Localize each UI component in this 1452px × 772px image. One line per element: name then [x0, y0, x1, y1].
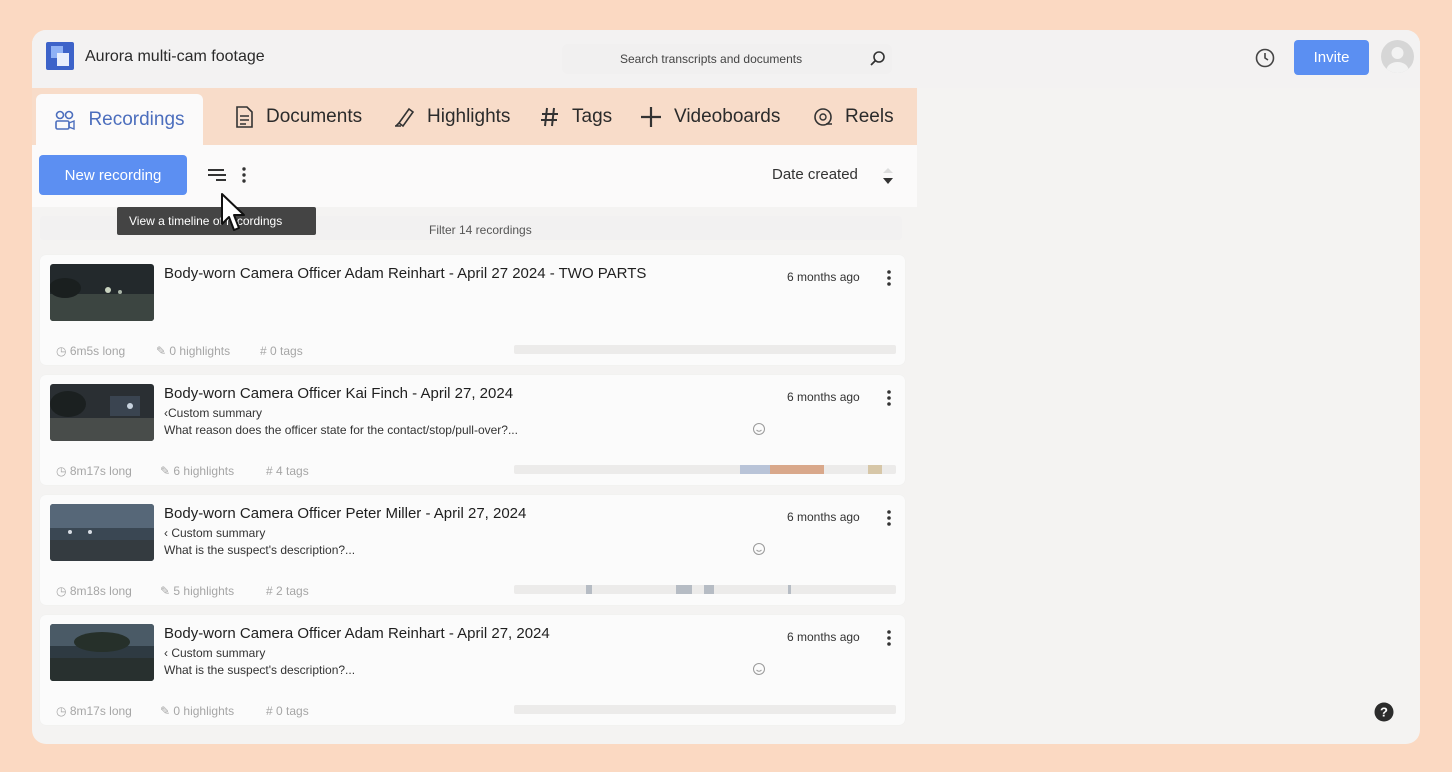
tag-count: # 0 tags [260, 344, 303, 358]
video-thumbnail[interactable] [50, 624, 154, 681]
tab-label: Documents [266, 105, 363, 127]
more-options-icon[interactable] [884, 628, 894, 648]
tab-bar: Recordings Documents Highlights Tags Vid… [32, 88, 917, 145]
highlight-segment[interactable] [740, 465, 770, 474]
recording-card[interactable]: Body-worn Camera Officer Kai Finch - Apr… [40, 375, 905, 485]
recording-title[interactable]: Body-worn Camera Officer Adam Reinhart -… [164, 625, 550, 642]
tooltip: View a timeline of recordings [117, 207, 316, 235]
clock-icon[interactable] [1254, 47, 1276, 69]
highlighter-icon [395, 107, 415, 127]
tab-label: Reels [845, 105, 894, 127]
highlight-count: ✎ 0 highlights [156, 344, 231, 358]
avatar[interactable] [1381, 40, 1414, 73]
summary-question: What is the suspect's description?... [164, 543, 356, 557]
tab-reels[interactable]: Reels [813, 88, 894, 145]
recording-title[interactable]: Body-worn Camera Officer Peter Miller - … [164, 505, 526, 522]
recording-title[interactable]: Body-worn Camera Officer Kai Finch - Apr… [164, 385, 513, 402]
app-logo[interactable] [46, 42, 74, 70]
recordings-toolbar: New recording Date created [32, 145, 917, 207]
highlight-segment[interactable] [676, 585, 692, 594]
new-recording-button[interactable]: New recording [39, 155, 187, 195]
tag-count: # 4 tags [266, 464, 309, 478]
tab-label: Recordings [88, 108, 185, 130]
highlight-timeline[interactable] [514, 465, 896, 474]
tab-label: Videoboards [674, 105, 781, 127]
highlight-timeline[interactable] [514, 705, 896, 714]
duration: ◷ 8m17s long [56, 464, 132, 478]
highlight-count: ✎ 5 highlights [160, 584, 235, 598]
highlight-segment[interactable] [770, 465, 824, 474]
document-icon [236, 105, 253, 128]
tag-count: # 0 tags [266, 704, 309, 718]
plus-icon [641, 106, 661, 127]
highlight-count: ✎ 6 highlights [160, 464, 235, 478]
custom-summary-label[interactable]: ‹ Custom summary [164, 526, 265, 540]
timeline-view-icon[interactable] [206, 165, 228, 185]
custom-summary-label[interactable]: ‹Custom summary [164, 406, 262, 420]
video-thumbnail[interactable] [50, 384, 154, 441]
search-icon[interactable] [869, 50, 887, 68]
custom-summary-label[interactable]: ‹ Custom summary [164, 646, 265, 660]
tab-label: Tags [572, 105, 613, 127]
summary-question: What reason does the officer state for t… [164, 423, 518, 437]
recording-title[interactable]: Body-worn Camera Officer Adam Reinhart -… [164, 265, 646, 282]
search-input[interactable]: Search transcripts and documents [620, 52, 802, 66]
highlight-timeline[interactable] [514, 585, 896, 594]
more-options-icon[interactable] [884, 508, 894, 528]
smiley-icon[interactable] [752, 542, 766, 556]
duration: ◷ 8m18s long [56, 584, 132, 598]
help-icon[interactable]: ? [1374, 702, 1394, 722]
highlight-count: ✎ 0 highlights [160, 704, 235, 718]
top-bar: Aurora multi-cam footage Search transcri… [32, 30, 1420, 88]
more-options-icon[interactable] [884, 388, 894, 408]
highlight-segment[interactable] [788, 585, 791, 594]
tab-recordings[interactable]: Recordings [36, 94, 203, 145]
mouse-cursor-icon [221, 193, 245, 231]
video-thumbnail[interactable] [50, 264, 154, 321]
tab-highlights[interactable]: Highlights [393, 88, 510, 145]
user-icon [1386, 47, 1409, 73]
tab-tags[interactable]: Tags [540, 88, 612, 145]
created-time: 6 months ago [787, 270, 860, 284]
more-options-icon[interactable] [884, 268, 894, 288]
created-time: 6 months ago [787, 510, 860, 524]
video-thumbnail[interactable] [50, 504, 154, 561]
duration: ◷ 8m17s long [56, 704, 132, 718]
highlight-segment[interactable] [586, 585, 592, 594]
highlight-segment[interactable] [704, 585, 714, 594]
highlight-timeline[interactable] [514, 345, 896, 354]
tab-label: Highlights [427, 105, 511, 127]
created-time: 6 months ago [787, 630, 860, 644]
sort-direction-icon[interactable] [880, 165, 896, 187]
hash-icon [541, 107, 558, 126]
invite-button[interactable]: Invite [1294, 40, 1369, 75]
svg-text:?: ? [1380, 705, 1388, 720]
sort-dropdown[interactable]: Date created [772, 166, 858, 183]
filter-placeholder: Filter 14 recordings [429, 223, 532, 237]
recording-card[interactable]: Body-worn Camera Officer Peter Miller - … [40, 495, 905, 605]
tab-videoboards[interactable]: Videoboards [640, 88, 780, 145]
smiley-icon[interactable] [752, 422, 766, 436]
recording-card[interactable]: Body-worn Camera Officer Adam Reinhart -… [40, 255, 905, 365]
smiley-icon[interactable] [752, 662, 766, 676]
duration: ◷ 6m5s long [56, 344, 126, 358]
created-time: 6 months ago [787, 390, 860, 404]
reel-icon [814, 107, 832, 126]
highlight-segment[interactable] [868, 465, 882, 474]
recordings-icon [55, 110, 76, 130]
tag-count: # 2 tags [266, 584, 309, 598]
more-options-icon[interactable] [239, 165, 249, 185]
summary-question: What is the suspect's description?... [164, 663, 356, 677]
recording-card[interactable]: Body-worn Camera Officer Adam Reinhart -… [40, 615, 905, 725]
tab-documents[interactable]: Documents [234, 88, 362, 145]
project-title: Aurora multi-cam footage [85, 48, 265, 65]
search-box[interactable]: Search transcripts and documents [562, 44, 892, 74]
app-window: Aurora multi-cam footage Search transcri… [32, 30, 1420, 744]
